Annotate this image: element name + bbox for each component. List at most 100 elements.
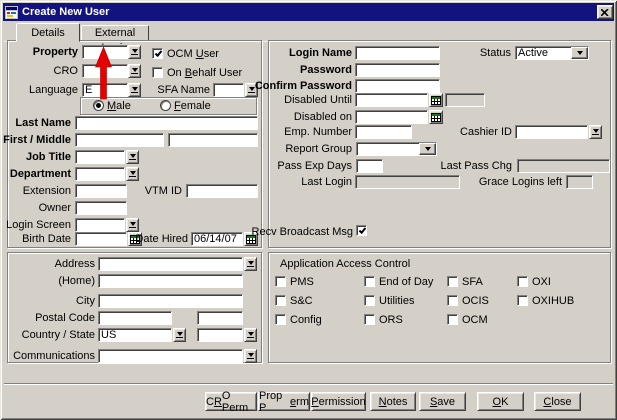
close-x-glyph — [601, 9, 609, 16]
job-title-label: Job Title — [26, 151, 71, 164]
cro-input[interactable] — [82, 64, 128, 78]
cashier-id-dropdown-icon[interactable] — [589, 125, 602, 139]
disabled-on-input[interactable] — [355, 110, 428, 124]
title-bar[interactable]: Create New User — [3, 3, 614, 21]
date-hired-label: Date Hired — [135, 233, 188, 246]
access-sc-label: S&C — [290, 295, 313, 308]
report-group-select[interactable] — [356, 142, 437, 156]
sfa-name-input[interactable] — [213, 83, 244, 97]
language-dropdown-icon[interactable] — [128, 83, 141, 97]
access-sc-checkbox[interactable] — [275, 295, 286, 306]
access-config-checkbox[interactable] — [275, 314, 286, 325]
report-group-chevron-down-icon[interactable] — [419, 143, 436, 155]
login-name-input[interactable] — [355, 46, 440, 60]
date-hired-input[interactable] — [191, 232, 243, 246]
last-name-input[interactable] — [75, 116, 258, 130]
cashier-id-label: Cashier ID — [460, 126, 512, 139]
gender-male-radio[interactable] — [93, 100, 104, 111]
access-config-label: Config — [290, 314, 322, 327]
close-icon[interactable] — [597, 5, 613, 19]
owner-input[interactable] — [75, 201, 127, 215]
create-new-user-dialog: Create New User Details External Login P… — [0, 0, 617, 420]
access-pms-checkbox[interactable] — [275, 276, 286, 287]
address-input[interactable] — [98, 257, 243, 271]
emp-number-input[interactable] — [355, 125, 412, 139]
report-group-label: Report Group — [285, 143, 352, 156]
access-oxihub-checkbox[interactable] — [517, 295, 528, 306]
postal-code-ext-input[interactable] — [197, 311, 243, 325]
address-label: Address — [55, 258, 95, 271]
postal-code-input[interactable] — [98, 311, 172, 325]
prop-perm-button[interactable]: Prop Perm — [258, 392, 310, 411]
permission-button[interactable]: Permission — [311, 392, 366, 411]
birth-date-input[interactable] — [75, 232, 127, 246]
ocm-user-label: OCM User — [167, 48, 219, 61]
access-end-of-day-label: End of Day — [379, 276, 433, 289]
communications-dropdown-icon[interactable] — [244, 349, 257, 363]
property-dropdown-icon[interactable] — [128, 45, 141, 59]
first-name-input[interactable] — [75, 133, 164, 147]
confirm-password-input[interactable] — [355, 79, 440, 93]
state-dropdown-icon[interactable] — [244, 328, 257, 342]
login-screen-dropdown-icon[interactable] — [126, 218, 139, 232]
address-home-input[interactable] — [98, 274, 243, 288]
pass-exp-days-input[interactable] — [356, 159, 383, 173]
property-label: Property — [33, 46, 78, 59]
status-label: Status — [480, 47, 511, 60]
ocm-user-checkbox[interactable] — [152, 48, 163, 59]
department-label: Department — [10, 168, 71, 181]
grace-logins-left-label: Grace Logins left — [479, 176, 562, 189]
ok-button[interactable]: OK — [477, 392, 524, 411]
city-input[interactable] — [98, 294, 243, 308]
country-input[interactable] — [98, 328, 172, 342]
job-title-input[interactable] — [75, 150, 125, 164]
tab-external-login[interactable]: External Login — [81, 25, 149, 41]
status-value: Active — [518, 47, 548, 59]
communications-input[interactable] — [98, 349, 243, 363]
password-input[interactable] — [355, 63, 440, 77]
state-input[interactable] — [197, 328, 243, 342]
extension-label: Extension — [23, 185, 71, 198]
first-middle-label: First / Middle — [3, 134, 71, 147]
cro-dropdown-icon[interactable] — [128, 64, 141, 78]
disabled-until-calendar-icon[interactable] — [429, 93, 443, 107]
access-utilities-checkbox[interactable] — [364, 295, 375, 306]
on-behalf-user-checkbox[interactable] — [152, 67, 163, 78]
access-ocm-checkbox[interactable] — [447, 314, 458, 325]
job-title-dropdown-icon[interactable] — [126, 150, 139, 164]
recv-broadcast-msg-checkbox[interactable] — [356, 225, 367, 236]
recv-broadcast-msg-label: Recv Broadcast Msg — [252, 226, 353, 239]
access-sfa-label: SFA — [462, 276, 483, 289]
access-end-of-day-checkbox[interactable] — [364, 276, 375, 287]
save-button[interactable]: Save — [419, 392, 466, 411]
gender-female-radio[interactable] — [160, 100, 171, 111]
disabled-until-input[interactable] — [355, 93, 428, 107]
status-select[interactable]: Active — [515, 46, 589, 60]
emp-number-label: Emp. Number — [284, 126, 352, 139]
department-dropdown-icon[interactable] — [126, 167, 139, 181]
cro-perm-button[interactable]: CRO Perm — [205, 392, 257, 411]
middle-name-input[interactable] — [168, 133, 258, 147]
access-ocis-checkbox[interactable] — [447, 295, 458, 306]
department-input[interactable] — [75, 167, 125, 181]
language-input[interactable] — [82, 83, 128, 97]
extension-input[interactable] — [75, 184, 127, 198]
notes-button[interactable]: Notes — [370, 392, 416, 411]
address-dropdown-icon[interactable] — [244, 257, 257, 271]
access-sfa-checkbox[interactable] — [447, 276, 458, 287]
country-dropdown-icon[interactable] — [173, 328, 186, 342]
access-oxi-checkbox[interactable] — [517, 276, 528, 287]
status-chevron-down-icon[interactable] — [571, 47, 588, 59]
disabled-on-calendar-icon[interactable] — [429, 110, 443, 124]
login-screen-input[interactable] — [75, 218, 125, 232]
close-button[interactable]: Close — [534, 392, 581, 411]
access-ors-label: ORS — [379, 314, 403, 327]
grace-logins-left-field — [566, 175, 593, 189]
app-icon — [5, 6, 18, 19]
last-name-label: Last Name — [15, 117, 71, 130]
property-input[interactable] — [82, 45, 128, 59]
access-ors-checkbox[interactable] — [364, 314, 375, 325]
tab-details[interactable]: Details — [16, 23, 80, 42]
cashier-id-input[interactable] — [515, 125, 588, 139]
vtm-id-input[interactable] — [186, 184, 258, 198]
